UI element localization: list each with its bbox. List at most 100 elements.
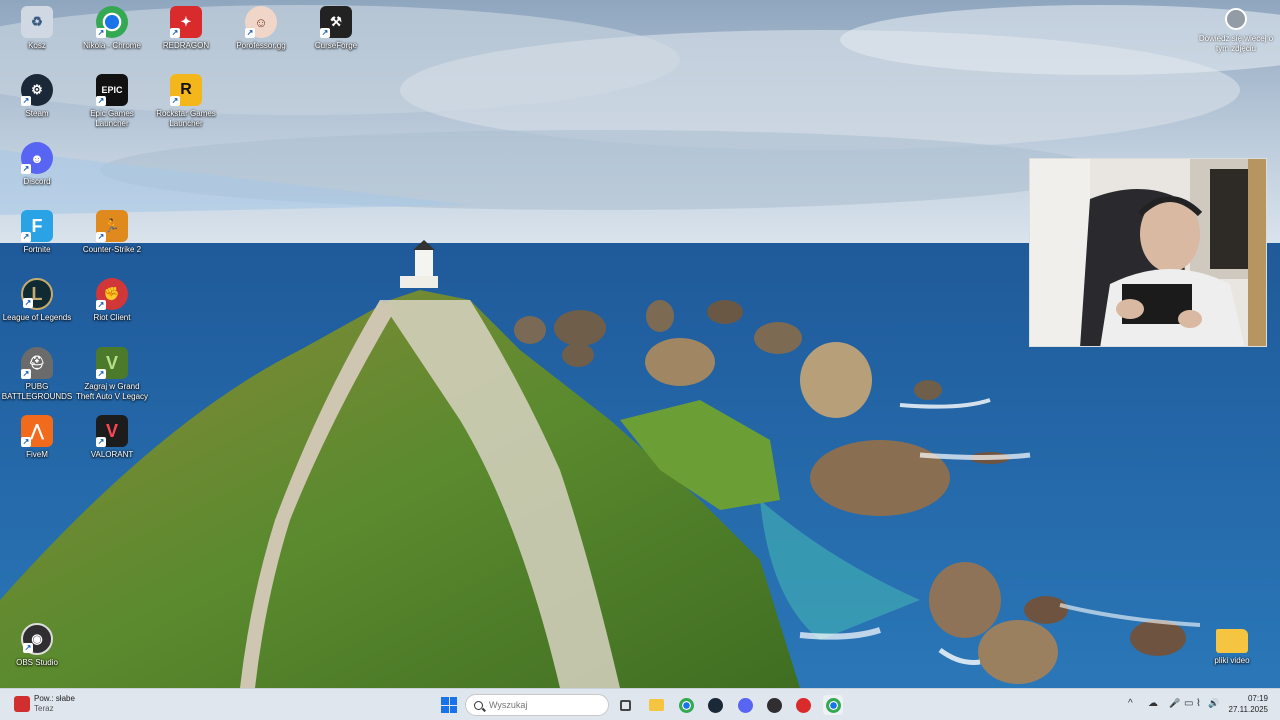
taskbar-task-view[interactable] [615, 695, 635, 715]
desktop-icon-recycle-bin[interactable]: ♻ Kosz [0, 6, 74, 51]
windows-logo-pane [441, 705, 449, 713]
microphone-icon[interactable]: 🎤 [1169, 698, 1180, 709]
desktop-icon-label: Rockstar Games Launcher [156, 109, 216, 128]
riot-client-icon: ✊ ↗ [96, 278, 128, 310]
gta-glyph: V [105, 352, 118, 373]
desktop-icon-label: Riot Client [93, 313, 131, 322]
steam-icon: ⚙ ↗ [21, 74, 53, 106]
weather-alert-icon [14, 696, 30, 712]
desktop-icon-pubg[interactable]: ⛑ ↗ PUBG BATTLEGROUNDS [0, 347, 74, 402]
epic-games-icon: EPIC ↗ [96, 74, 128, 106]
desktop-icon-league-of-legends[interactable]: L ↗ League of Legends [0, 278, 74, 323]
taskbar-steam[interactable] [705, 695, 725, 715]
discord-icon [737, 697, 753, 713]
chrome-icon [678, 697, 694, 713]
porofessor-icon: ☺ ↗ [245, 6, 277, 38]
desktop-icon-label: Discord [23, 177, 51, 186]
taskbar-discord[interactable] [735, 695, 755, 715]
weather-widget[interactable]: Pow.: słabe Teraz [14, 694, 75, 714]
desktop-icon-curseforge[interactable]: ⚒ ↗ CurseForge [299, 6, 373, 51]
fivem-icon: ⋀ ↗ [21, 415, 53, 447]
desktop-icon-chrome[interactable]: ↗ Nikola - Chrome [75, 6, 149, 51]
desktop-icon-label: League of Legends [2, 313, 72, 322]
record-icon [795, 697, 811, 713]
league-of-legends-icon: L ↗ [21, 278, 53, 310]
display-icon[interactable]: ▭ [1184, 698, 1193, 709]
desktop-icon-discord[interactable]: ☻ ↗ Discord [0, 142, 74, 187]
epic-games-glyph: EPIC [101, 85, 123, 95]
desktop-icon-label: CurseForge [314, 41, 358, 50]
desktop-icon-riot-client[interactable]: ✊ ↗ Riot Client [75, 278, 149, 323]
discord-icon: ☻ ↗ [21, 142, 53, 174]
desktop-icon-pliki-video[interactable]: pliki video [1195, 623, 1269, 666]
desktop-icon-label: Counter-Strike 2 [82, 245, 142, 254]
clock-date: 27.11.2025 [1228, 705, 1268, 714]
clock-time: 07:19 [1247, 694, 1268, 703]
desktop-icon-label: Epic Games Launcher [90, 109, 134, 128]
rockstar-glyph: R [180, 81, 192, 98]
search-input[interactable] [489, 700, 599, 710]
weather-title: Pow.: słabe [34, 694, 75, 703]
desktop-icon-obs-studio[interactable]: ◉ ↗ OBS Studio [0, 623, 74, 668]
chrome-icon: ↗ [96, 6, 128, 38]
start-button[interactable] [441, 697, 457, 713]
desktop-icon-gta-v[interactable]: V ↗ Zagraj w Grand Theft Auto V Legacy [75, 347, 149, 402]
gta-v-icon: V ↗ [96, 347, 128, 379]
cloud-icon[interactable]: ☁ [1148, 698, 1158, 709]
show-hidden-icons-chevron-icon[interactable]: ^ [1128, 698, 1133, 709]
desktop-icon-fortnite[interactable]: F ↗ Fortnite [0, 210, 74, 255]
desktop-icon-label: Steam [25, 109, 49, 118]
desktop-icon-fivem[interactable]: ⋀ ↗ FiveM [0, 415, 74, 460]
task-view-icon [619, 699, 631, 711]
curseforge-icon: ⚒ ↗ [320, 6, 352, 38]
taskbar-obs[interactable] [764, 695, 784, 715]
desktop-icon-steam[interactable]: ⚙ ↗ Steam [0, 74, 74, 119]
fortnite-glyph: F [31, 215, 43, 236]
desktop-icon-label: FiveM [26, 450, 48, 459]
learn-about-picture-label: Dowiedz się więcej o tym zdjęciu [1198, 34, 1274, 53]
desktop-icon-label: Zagraj w Grand Theft Auto V Legacy [75, 382, 149, 401]
obs-icon: ◉ ↗ [21, 623, 53, 655]
desktop-icon-epic-games[interactable]: EPIC ↗ Epic Games Launcher [75, 74, 149, 129]
redragon-icon: ✦ ↗ [170, 6, 202, 38]
chrome-icon [825, 697, 841, 713]
fortnite-icon: F ↗ [21, 210, 53, 242]
desktop-icon-label: Kosz [28, 41, 46, 50]
weather-subtitle: Teraz [34, 704, 54, 713]
windows-logo-pane [441, 697, 449, 705]
desktop-icon-label: pliki video [1214, 656, 1250, 665]
obs-icon [766, 697, 782, 713]
desktop-icon-label: Fortnite [23, 245, 51, 254]
webcam-overlay [1029, 158, 1267, 347]
valorant-glyph: V [105, 420, 118, 441]
league-glyph: L [31, 283, 43, 304]
learn-about-picture[interactable]: Dowiedz się więcej o tym zdjęciu [1196, 8, 1276, 54]
rockstar-icon: R ↗ [170, 74, 202, 106]
desktop-icon-counter-strike[interactable]: 🏃 ↗ Counter-Strike 2 [75, 210, 149, 255]
taskbar-chrome[interactable] [676, 695, 696, 715]
taskbar-recorder[interactable] [793, 695, 813, 715]
pubg-icon: ⛑ ↗ [21, 347, 53, 379]
desktop-icon-label: PUBG BATTLEGROUNDS [1, 382, 73, 401]
desktop-icon-valorant[interactable]: V ↗ VALORANT [75, 415, 149, 460]
wifi-icon[interactable]: ⌇ [1196, 698, 1201, 709]
volume-icon[interactable]: 🔊 [1208, 698, 1219, 709]
taskbar-clock[interactable]: 07:19 27.11.2025 [1222, 693, 1268, 715]
camera-icon [1225, 8, 1247, 30]
taskbar: Pow.: słabe Teraz ^ ☁ 🎤 ▭ ⌇ 🔊 07:19 27.1… [0, 688, 1280, 720]
desktop-icon-redragon[interactable]: ✦ ↗ REDRAGON [149, 6, 223, 51]
counter-strike-icon: 🏃 ↗ [96, 210, 128, 242]
taskbar-search[interactable] [465, 694, 609, 716]
desktop-icon-label: VALORANT [90, 450, 134, 459]
folder-icon [1216, 629, 1248, 653]
steam-icon [707, 697, 723, 713]
desktop-icon-rockstar[interactable]: R ↗ Rockstar Games Launcher [149, 74, 223, 129]
desktop-icon-label: REDRAGON [162, 41, 210, 50]
windows-logo-pane [449, 697, 457, 705]
desktop-icon-label: OBS Studio [16, 658, 58, 667]
taskbar-file-explorer[interactable] [646, 695, 666, 715]
desktop-icon-porofessor[interactable]: ☺ ↗ Porofessor.gg [224, 6, 298, 51]
taskbar-chrome-profile[interactable] [823, 695, 843, 715]
file-explorer-icon [648, 699, 664, 711]
windows-logo-pane [449, 705, 457, 713]
